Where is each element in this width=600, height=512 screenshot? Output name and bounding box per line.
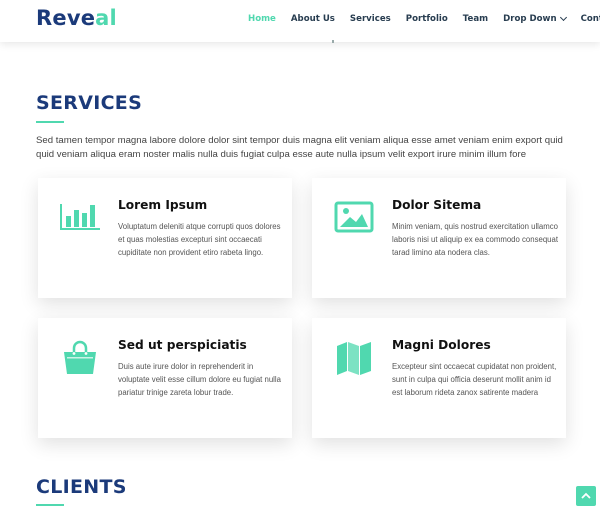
card-description: Minim veniam, quis nostrud exercitation …: [392, 222, 558, 258]
brand-logo-part2: al: [95, 6, 117, 30]
card-title: Sed ut perspiciatis: [118, 338, 247, 352]
service-card-dolor-sitema[interactable]: Dolor Sitema Minim veniam, quis nostrud …: [312, 178, 566, 298]
bar-chart-icon: [60, 200, 100, 236]
nav-drop-down[interactable]: Drop Down: [503, 13, 567, 24]
service-card-sed-ut-perspiciatis[interactable]: Sed ut perspiciatis Duis aute irure dolo…: [38, 318, 292, 438]
card-description: Voluptatum deleniti atque corrupti quos …: [118, 222, 281, 258]
site-header: Reveal Home About Us Services Portfolio …: [0, 0, 600, 42]
main-nav: Home About Us Services Portfolio Team Dr…: [248, 0, 600, 38]
card-title: Lorem Ipsum: [118, 198, 208, 212]
nav-services[interactable]: Services: [350, 14, 391, 24]
brand-logo[interactable]: Reveal: [36, 6, 117, 30]
nav-drop-down-label: Drop Down: [503, 14, 557, 24]
services-title: SERVICES: [36, 92, 143, 114]
card-description: Duis aute irure dolor in reprehenderit i…: [118, 362, 281, 398]
nav-about-us[interactable]: About Us: [291, 14, 335, 24]
chevron-down-icon: [559, 13, 567, 22]
service-card-magni-dolores[interactable]: Magni Dolores Excepteur sint occaecat cu…: [312, 318, 566, 438]
shopping-bag-icon: [60, 340, 100, 376]
nav-home[interactable]: Home: [248, 14, 276, 24]
divider-mark: [332, 40, 334, 43]
nav-contact[interactable]: Contact: [581, 14, 600, 24]
image-icon: [334, 200, 374, 236]
brand-logo-part1: Reve: [36, 6, 96, 30]
clients-title: CLIENTS: [36, 476, 127, 498]
card-description: Excepteur sint occaecat cupidatat non pr…: [392, 362, 557, 398]
services-title-underline: [36, 121, 64, 123]
clients-title-underline: [36, 504, 64, 506]
service-card-lorem-ipsum[interactable]: Lorem Ipsum Voluptatum deleniti atque co…: [38, 178, 292, 298]
back-to-top-button[interactable]: [576, 486, 596, 506]
map-icon: [334, 340, 374, 376]
services-intro: Sed tamen tempor magna labore dolore dol…: [36, 135, 563, 160]
card-title: Magni Dolores: [392, 338, 491, 352]
card-title: Dolor Sitema: [392, 198, 482, 212]
nav-team[interactable]: Team: [463, 14, 488, 24]
nav-portfolio[interactable]: Portfolio: [406, 14, 448, 24]
chevron-up-icon: [581, 492, 591, 499]
